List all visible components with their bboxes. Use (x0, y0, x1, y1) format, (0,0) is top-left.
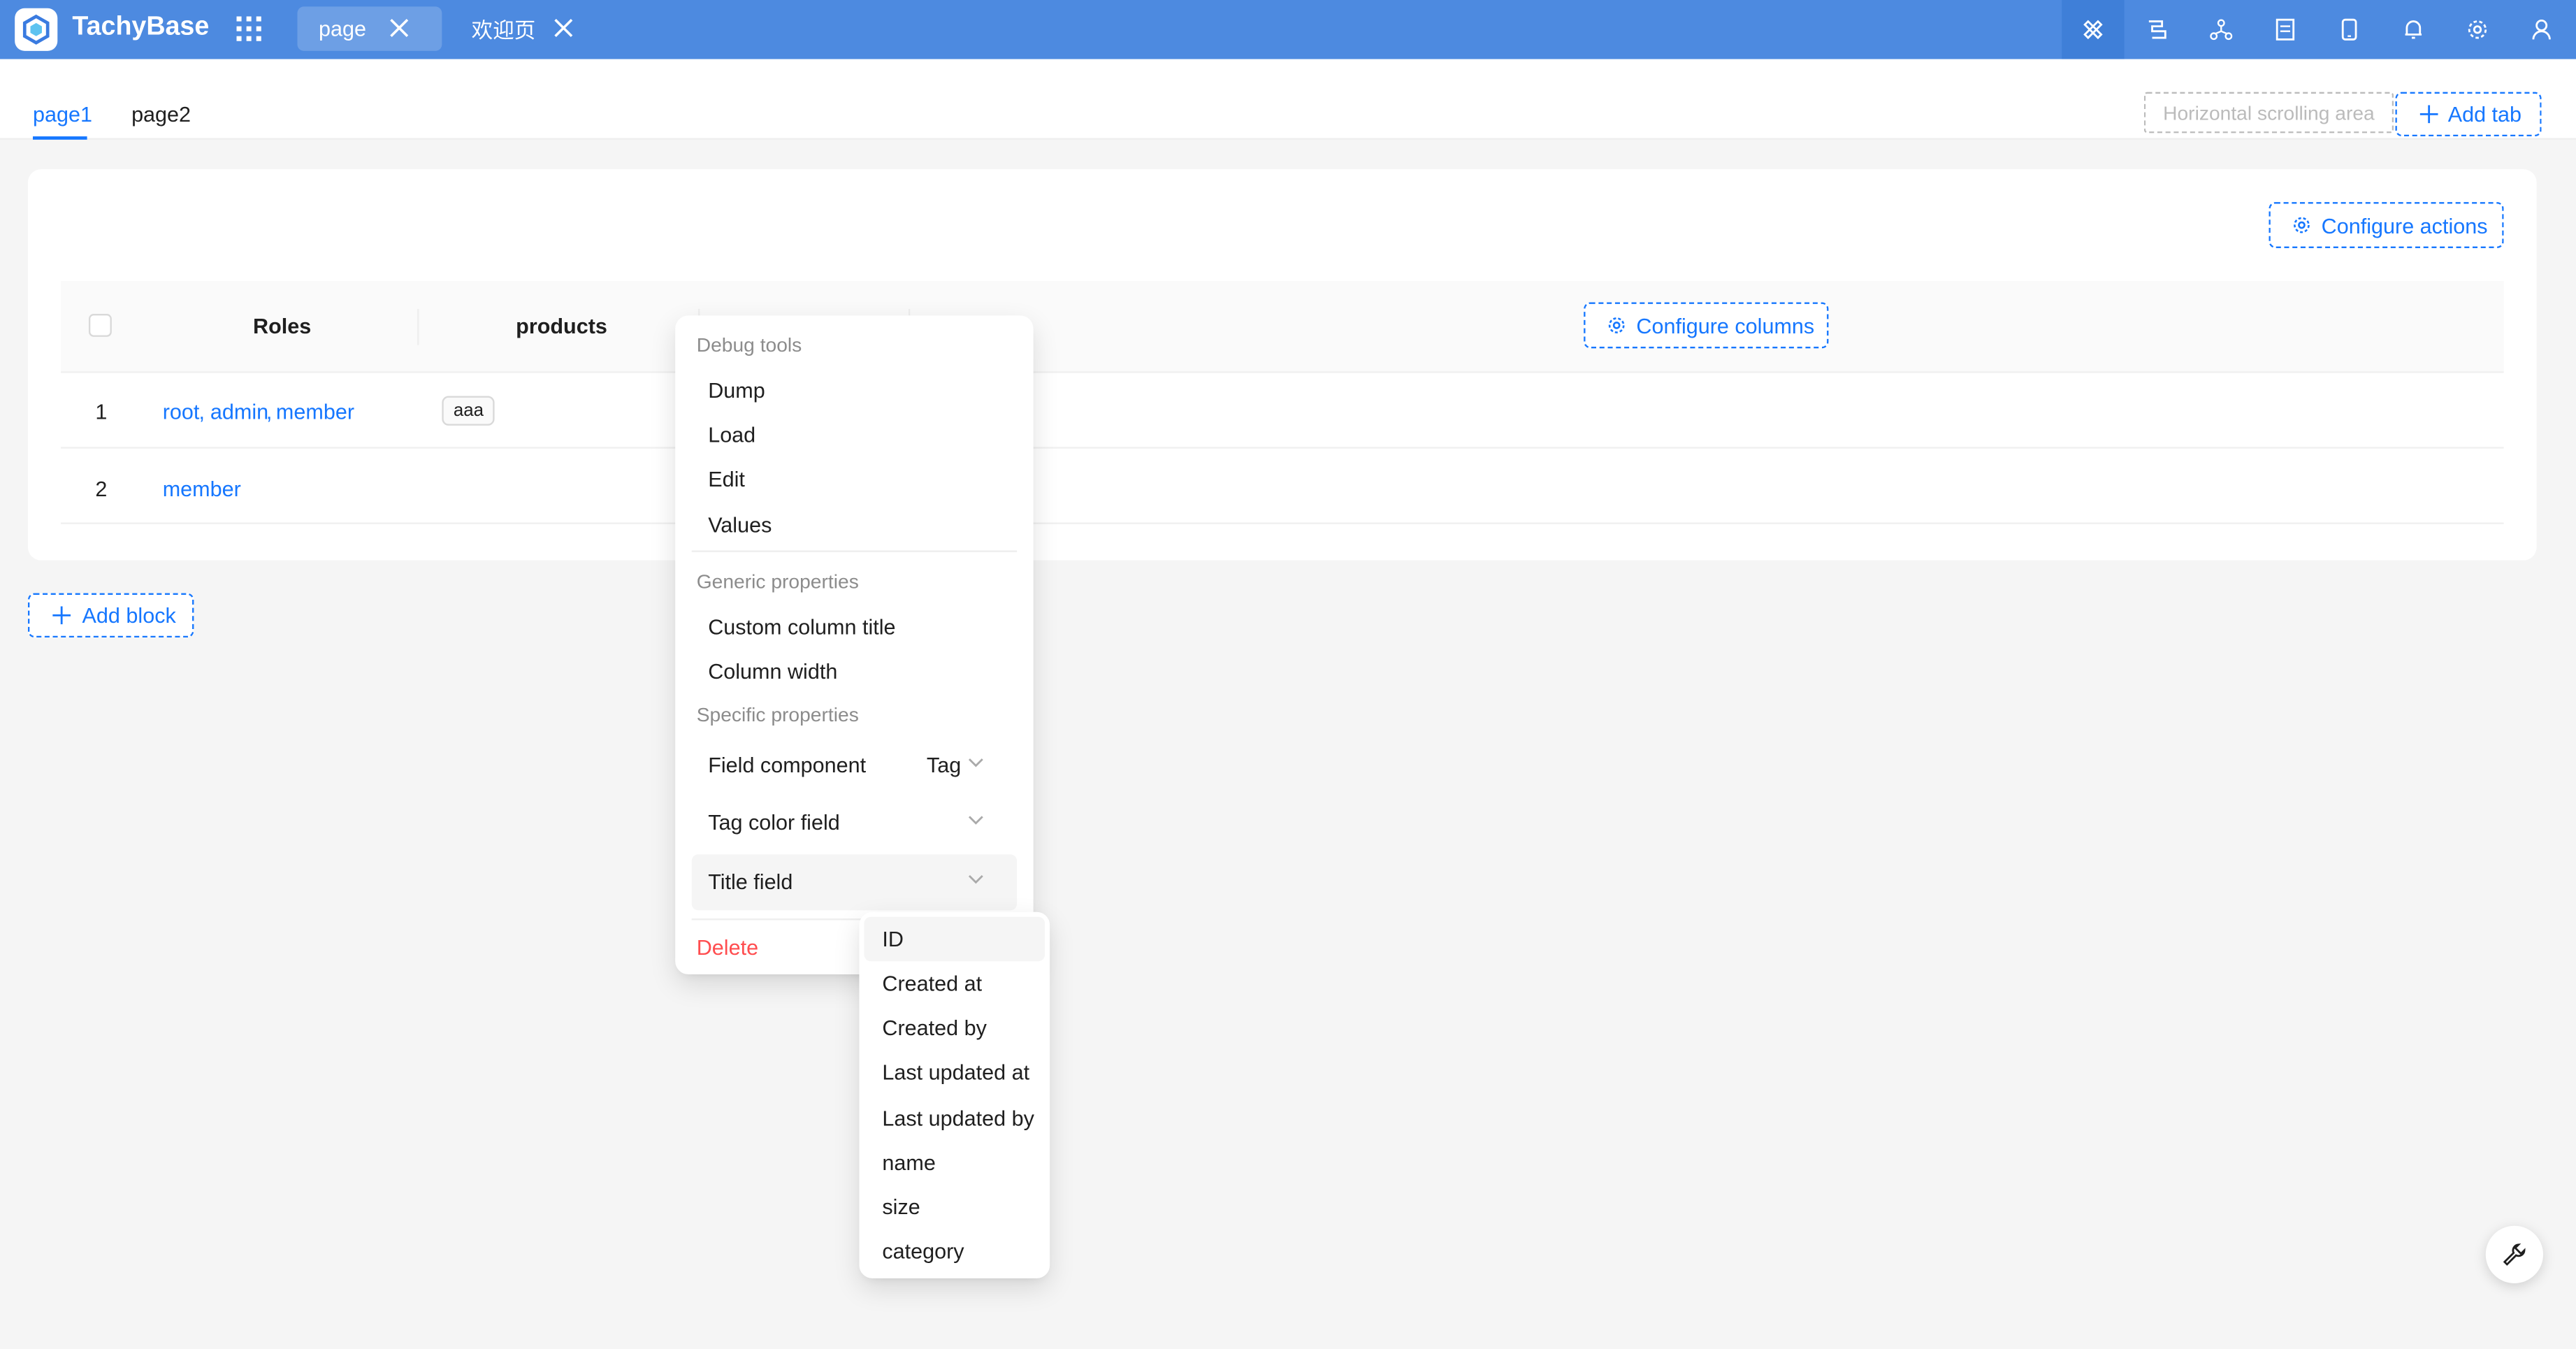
menu-group-debug-tools: Debug tools (696, 333, 802, 357)
table-row[interactable]: 1 (60, 373, 2504, 449)
menu-item-custom-column-title[interactable]: Custom column title (708, 614, 895, 639)
tab-page1[interactable]: page1 (33, 102, 92, 127)
title-field-dropdown: ID Created at Created by Last updated at… (859, 911, 1050, 1278)
menu-group-generic-properties: Generic properties (696, 570, 859, 593)
role-link-member[interactable]: member (163, 477, 241, 501)
gear-icon (2294, 217, 2310, 233)
select-all-checkbox[interactable] (88, 314, 112, 337)
menu-item-delete[interactable]: Delete (697, 935, 758, 960)
option-label: name (882, 1150, 936, 1175)
option-size[interactable]: size (864, 1185, 1045, 1229)
bell-icon[interactable] (2382, 0, 2445, 59)
gear-icon[interactable] (2446, 0, 2508, 59)
top-tab-label: page (319, 16, 367, 41)
add-tab-button[interactable]: Add tab (2395, 92, 2542, 137)
plus-icon (2419, 105, 2438, 124)
wrench-icon (2503, 1243, 2526, 1266)
option-label: ID (882, 926, 904, 952)
brand-name: TachyBase (72, 13, 210, 41)
option-last-updated-at[interactable]: Last updated at (864, 1050, 1045, 1094)
menu-item-values[interactable]: Values (708, 512, 772, 537)
menu-group-specific-properties: Specific properties (696, 703, 859, 727)
separator: , (266, 399, 273, 424)
option-last-updated-by[interactable]: Last updated by (864, 1096, 1045, 1140)
configure-columns-label: Configure columns (1636, 312, 1815, 338)
row-number: 1 (95, 399, 108, 424)
settings-fab[interactable] (2485, 1225, 2544, 1283)
collections-graph-icon[interactable] (2190, 0, 2252, 59)
chevron-down-icon (968, 874, 983, 884)
option-label: size (882, 1195, 920, 1220)
role-link-member[interactable]: member (276, 399, 354, 424)
row-number: 2 (95, 476, 108, 501)
add-block-label: Add block (82, 603, 176, 628)
role-link-admin[interactable]: admin (210, 399, 268, 424)
tag-color-field-label: Tag color field (708, 809, 840, 835)
chevron-down-icon (968, 758, 983, 767)
design-mode-icon[interactable] (2062, 0, 2125, 59)
add-tab-label: Add tab (2447, 101, 2522, 127)
menu-item-tag-color-field[interactable]: Tag color field (692, 795, 1017, 851)
mobile-icon[interactable] (2318, 0, 2380, 59)
chevron-down-icon (968, 816, 983, 825)
apps-grid-icon[interactable] (236, 16, 261, 41)
option-created-at[interactable]: Created at (864, 961, 1045, 1005)
table-row[interactable]: 2 (60, 449, 2504, 524)
product-tag: aaa (442, 396, 495, 426)
configure-actions-label: Configure actions (2321, 212, 2488, 238)
column-header-roles[interactable]: Roles (253, 314, 311, 338)
user-icon[interactable] (2510, 0, 2573, 59)
tab-page2[interactable]: page2 (131, 102, 191, 127)
logo-icon[interactable] (15, 8, 58, 51)
workflow-icon[interactable] (2126, 0, 2188, 59)
option-label: Created by (882, 1015, 987, 1041)
title-field-label: Title field (708, 869, 793, 894)
field-component-label: Field component (708, 752, 867, 777)
configure-columns-button[interactable]: Configure columns (1584, 302, 1829, 349)
menu-item-column-width[interactable]: Column width (708, 659, 837, 684)
field-component-value: Tag (926, 752, 962, 777)
menu-item-field-component[interactable]: Field component Tag (692, 738, 1017, 794)
menu-divider (691, 550, 1018, 552)
role-link-root[interactable]: root (163, 399, 200, 424)
option-category[interactable]: category (864, 1229, 1045, 1273)
top-tab-welcome[interactable]: 欢迎页 (450, 6, 588, 50)
option-label: category (882, 1239, 964, 1264)
option-id[interactable]: ID (864, 916, 1045, 962)
menu-item-dump[interactable]: Dump (708, 378, 765, 403)
document-icon[interactable] (2254, 0, 2316, 59)
top-navbar: TachyBase page 欢迎页 (0, 0, 2576, 59)
top-tab-label: 欢迎页 (471, 17, 536, 43)
close-icon[interactable] (388, 17, 411, 40)
menu-item-title-field[interactable]: Title field (691, 854, 1018, 911)
menu-item-load[interactable]: Load (708, 422, 755, 447)
top-tab-page[interactable]: page (297, 6, 442, 51)
option-label: Last updated by (882, 1106, 1034, 1131)
configure-actions-button[interactable]: Configure actions (2269, 202, 2504, 248)
column-header-products[interactable]: products (516, 314, 607, 338)
active-tab-indicator (33, 136, 87, 140)
plus-icon (52, 606, 71, 625)
close-icon[interactable] (552, 17, 575, 40)
separator: , (198, 399, 205, 424)
table-header (60, 280, 2504, 373)
menu-item-edit[interactable]: Edit (708, 467, 745, 491)
app-root: TachyBase page 欢迎页 page1 page2 Horizonta… (0, 0, 2576, 1349)
gear-icon (1608, 317, 1625, 333)
option-created-by[interactable]: Created by (864, 1006, 1045, 1050)
option-label: Created at (882, 971, 983, 996)
option-name[interactable]: name (864, 1140, 1045, 1184)
add-block-button[interactable]: Add block (27, 593, 194, 638)
option-label: Last updated at (882, 1060, 1030, 1085)
column-settings-menu: Debug tools Dump Load Edit Values Generi… (675, 315, 1034, 975)
column-divider (417, 308, 419, 345)
horizontal-scrolling-area[interactable]: Horizontal scrolling area (2143, 92, 2394, 134)
